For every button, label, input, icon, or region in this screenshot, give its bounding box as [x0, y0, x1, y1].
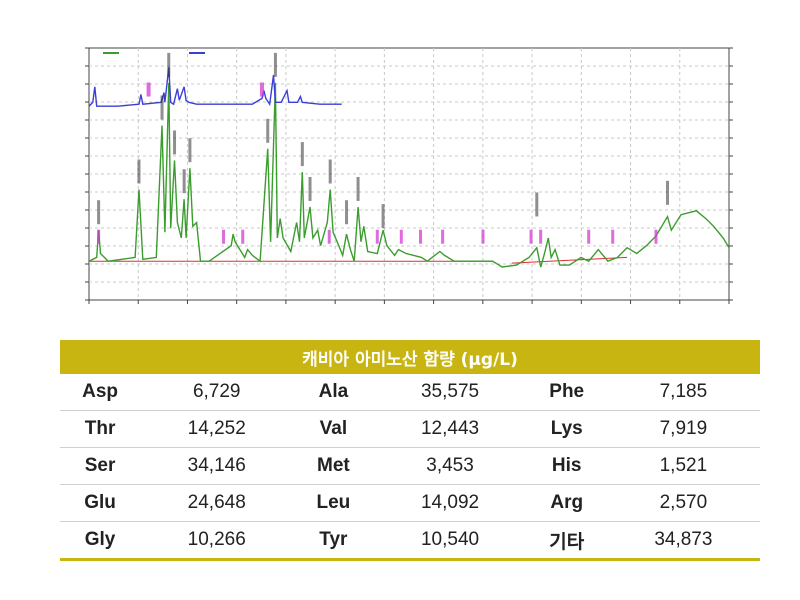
peak-label [137, 159, 141, 184]
amino-acid-value: 2,570 [606, 484, 760, 522]
amino-acid-value: 3,453 [373, 447, 527, 485]
peak-label-marker [539, 229, 543, 244]
peak-label-marker [222, 229, 226, 244]
peak-label [182, 169, 186, 194]
amino-acid-name: Gly [60, 521, 141, 561]
amino-acid-value: 34,146 [140, 447, 294, 485]
amino-acid-value: 6,729 [140, 374, 294, 411]
peak-label [97, 200, 101, 225]
chromatogram-chart [54, 40, 754, 315]
amino-acid-name: Leu [293, 484, 374, 522]
amino-acid-name: Tyr [293, 521, 374, 561]
amino-acid-name: Ser [60, 447, 141, 485]
peak-label [300, 142, 304, 167]
table-row: Gly 10,266 Tyr 10,540 기타 34,873 [60, 521, 760, 561]
table-row: Asp 6,729 Ala 35,575 Phe 7,185 [60, 374, 760, 411]
amino-acid-name: Phe [526, 374, 607, 411]
amino-acid-value: 7,919 [606, 410, 760, 448]
amino-acid-value: 34,873 [606, 521, 760, 561]
table-row: Glu 24,648 Leu 14,092 Arg 2,570 [60, 484, 760, 522]
amino-acid-value: 7,185 [606, 374, 760, 411]
amino-acid-value: 10,540 [373, 521, 527, 561]
amino-acid-name: Ala [293, 374, 374, 411]
amino-acid-table: Asp 6,729 Ala 35,575 Phe 7,185 Thr 14,25… [60, 374, 760, 561]
amino-acid-name: Val [293, 410, 374, 448]
peak-label-marker [146, 82, 151, 97]
peak-label [345, 200, 349, 225]
peak-label-marker [587, 229, 591, 244]
peak-label-marker [375, 229, 379, 244]
amino-acid-value: 1,521 [606, 447, 760, 485]
amino-acid-name: Asp [60, 374, 141, 411]
peak-label [160, 95, 164, 120]
peak-label-marker [529, 229, 533, 244]
amino-acid-value: 12,443 [373, 410, 527, 448]
peak-label-marker [327, 229, 331, 244]
peak-label-marker [419, 229, 423, 244]
amino-acid-name: 기타 [526, 521, 607, 561]
peak-label-marker [611, 229, 615, 244]
amino-acid-name: His [526, 447, 607, 485]
peak-label [535, 192, 539, 217]
amino-acid-name: Thr [60, 410, 141, 448]
amino-acid-value: 35,575 [373, 374, 527, 411]
peak-label-marker [259, 82, 264, 97]
peak-label [266, 118, 270, 143]
peak-label [328, 159, 332, 184]
table-row: Thr 14,252 Val 12,443 Lys 7,919 [60, 410, 760, 448]
peak-label [273, 52, 277, 77]
peak-label [356, 176, 360, 201]
amino-acid-name: Glu [60, 484, 141, 522]
peak-label [665, 180, 669, 205]
amino-acid-name: Met [293, 447, 374, 485]
peak-label [167, 52, 171, 77]
amino-acid-value: 14,092 [373, 484, 527, 522]
peak-label [188, 138, 192, 163]
peak-label-marker [97, 229, 101, 244]
peak-label-marker [241, 229, 245, 244]
peak-label [308, 176, 312, 201]
table-row: Ser 34,146 Met 3,453 His 1,521 [60, 447, 760, 485]
peak-label-marker [654, 229, 658, 244]
amino-acid-name: Lys [526, 410, 607, 448]
peak-label-marker [441, 229, 445, 244]
amino-acid-table-title: 캐비아 아미노산 함량 (µg/L) [60, 340, 760, 374]
peak-label-marker [481, 229, 485, 244]
peak-label-marker [399, 229, 403, 244]
peak-label [173, 130, 177, 155]
peak-label [381, 204, 385, 229]
amino-acid-value: 14,252 [140, 410, 294, 448]
amino-acid-name: Arg [526, 484, 607, 522]
chromatogram-svg [85, 47, 733, 304]
amino-acid-value: 24,648 [140, 484, 294, 522]
amino-acid-value: 10,266 [140, 521, 294, 561]
